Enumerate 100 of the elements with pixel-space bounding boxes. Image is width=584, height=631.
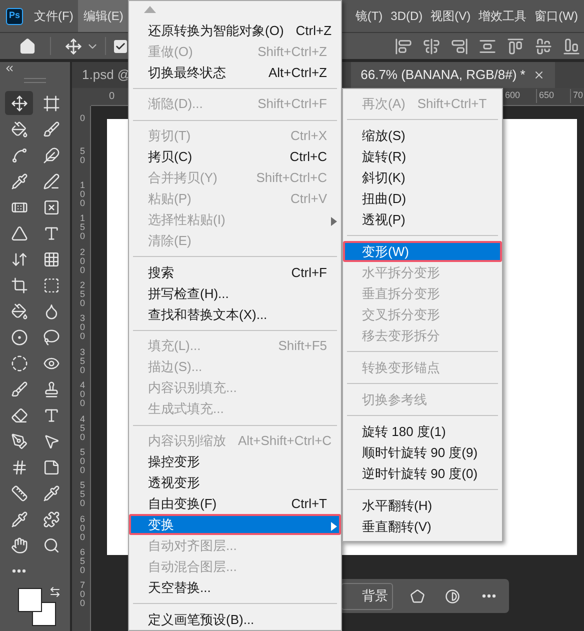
shortcut-text: Ctrl+T <box>291 495 327 514</box>
contrast-icon[interactable] <box>445 588 460 604</box>
more-icon[interactable] <box>482 594 496 598</box>
hand-icon <box>10 536 28 554</box>
pentagon-icon[interactable] <box>410 588 425 604</box>
ruler-label: 600 <box>80 514 85 542</box>
menu-item[interactable]: 斜切(K) <box>343 167 502 188</box>
ruler-icon <box>10 484 28 502</box>
menu-item[interactable]: 水平翻转(H) <box>343 495 502 516</box>
app-logo: Ps <box>6 8 23 24</box>
align-bottom-icon[interactable] <box>563 38 580 54</box>
pipette-icon <box>10 510 28 528</box>
swap-icon[interactable] <box>49 586 61 598</box>
brush-icon <box>10 380 28 398</box>
pen-tool-icon <box>10 432 28 450</box>
move-icon <box>10 94 28 112</box>
menu-item[interactable]: 搜索 Ctrl+F <box>129 262 341 284</box>
align-top-icon[interactable] <box>507 38 524 54</box>
shortcut-text: Shift+Ctrl+F <box>258 95 327 114</box>
menu-item[interactable]: 逆时针旋转 90 度(0) <box>343 463 502 484</box>
dashed-circle-icon <box>10 354 28 372</box>
menu-item[interactable]: 变形(W) <box>343 241 502 262</box>
shortcut-text: Alt+Ctrl+Z <box>268 64 327 82</box>
submenu-arrow-icon <box>331 522 337 532</box>
ruler-label: 550 <box>80 481 85 508</box>
frame-icon <box>42 94 60 112</box>
collapse-icon[interactable] <box>4 63 15 74</box>
menu-item[interactable]: 变换 <box>129 514 341 536</box>
type-icon <box>42 406 60 424</box>
type-icon <box>42 224 60 242</box>
ruler-label: 0 <box>109 90 115 104</box>
ruler-label: 350 <box>80 348 85 375</box>
menu-bar-item[interactable]: 3D(D) <box>386 0 427 32</box>
menu-item[interactable]: 自由变换(F) Ctrl+T <box>129 493 341 514</box>
menu-item[interactable]: 操控变形 <box>129 451 341 472</box>
paint-bucket-icon <box>10 302 28 320</box>
document-tab[interactable]: 66.7% (BANANA, RGB/8#) * <box>350 62 556 88</box>
menu-item[interactable]: 透视变形 <box>129 472 341 494</box>
pipette-icon <box>10 172 28 190</box>
grid-icon <box>42 250 60 268</box>
ruler-label: 300 <box>80 314 85 342</box>
align-center-icon[interactable] <box>423 38 440 54</box>
menu-item[interactable]: 查找和替换文本(X)... <box>129 304 341 326</box>
menu-bar-item[interactable]: 视图(V) <box>426 0 475 32</box>
more-icon[interactable] <box>12 569 26 573</box>
menu-bar-item[interactable]: 窗口(W) <box>530 0 582 32</box>
shortcut-text: Shift+F5 <box>278 337 327 356</box>
arrows-icon <box>10 250 28 268</box>
menu-bar-item[interactable]: 镜(T) <box>351 0 387 32</box>
menu-item[interactable]: 扭曲(D) <box>343 188 502 209</box>
menu-bar-item[interactable]: 编辑(E) <box>78 0 128 32</box>
menu-bar-item[interactable]: 文件(F) <box>29 0 78 32</box>
shortcut-text: Ctrl+Z <box>296 22 332 40</box>
search-icon <box>42 536 60 554</box>
eraser-icon <box>10 406 28 424</box>
stamp-icon <box>42 380 60 398</box>
shortcut-text: Shift+Ctrl+Z <box>258 42 327 61</box>
triangle-icon <box>10 224 28 242</box>
checkbox[interactable] <box>114 40 127 52</box>
ruler-label: 150 <box>80 214 85 242</box>
pipette-icon <box>42 484 60 502</box>
distribute-icon[interactable] <box>479 38 496 54</box>
shortcut-text: Shift+Ctrl+T <box>417 94 487 113</box>
menu-item[interactable]: 拼写检查(H)... <box>129 283 341 304</box>
paint-bucket-icon <box>10 120 28 138</box>
close-icon[interactable] <box>533 69 546 81</box>
color-swatches[interactable] <box>18 588 56 626</box>
home-icon[interactable] <box>19 38 36 54</box>
align-left-icon[interactable] <box>395 38 412 54</box>
tool-button[interactable] <box>5 91 33 115</box>
pen-icon <box>42 172 60 190</box>
puzzle-icon <box>42 510 60 528</box>
ruler-label: 0 <box>80 114 85 123</box>
menu-item[interactable]: 顺时针旋转 90 度(9) <box>343 442 502 463</box>
menu-item[interactable]: 拷贝(C) Ctrl+C <box>129 146 341 168</box>
ruler-label: 200 <box>80 248 85 275</box>
menu-bar-item[interactable]: 增效工具 <box>474 0 531 32</box>
shortcut-text: Alt+Shift+Ctrl+C <box>238 432 332 450</box>
note-icon <box>42 458 60 476</box>
align-middle-icon[interactable] <box>535 38 552 54</box>
menu-item[interactable]: 旋转 180 度(1) <box>343 421 502 442</box>
menu-item[interactable]: 缩放(S) <box>343 125 502 146</box>
ruler-label: 100 <box>80 180 85 208</box>
submenu-arrow-icon <box>331 217 337 226</box>
ruler-label: 70 <box>570 89 584 102</box>
feather-icon <box>42 146 60 164</box>
shortcut-text: Ctrl+F <box>291 264 327 282</box>
shortcut-text: Ctrl+X <box>290 127 327 146</box>
ruler-label: 500 <box>80 448 85 475</box>
hash-icon <box>10 458 28 476</box>
menu-item[interactable]: 透视(P) <box>343 209 502 230</box>
move-icon[interactable] <box>65 38 82 54</box>
circle-dot-icon <box>10 328 28 346</box>
menu-item[interactable]: 旋转(R) <box>343 146 502 167</box>
menu-item[interactable]: 天空替换... <box>129 577 341 598</box>
menu-item[interactable]: 还原转换为智能对象(O) Ctrl+Z <box>129 20 341 41</box>
ruler-label: 650 <box>80 548 85 576</box>
align-right-icon[interactable] <box>451 38 468 54</box>
menu-item[interactable]: 垂直翻转(V) <box>343 516 502 537</box>
menu-item[interactable]: 定义画笔预设(B)... <box>129 609 341 630</box>
